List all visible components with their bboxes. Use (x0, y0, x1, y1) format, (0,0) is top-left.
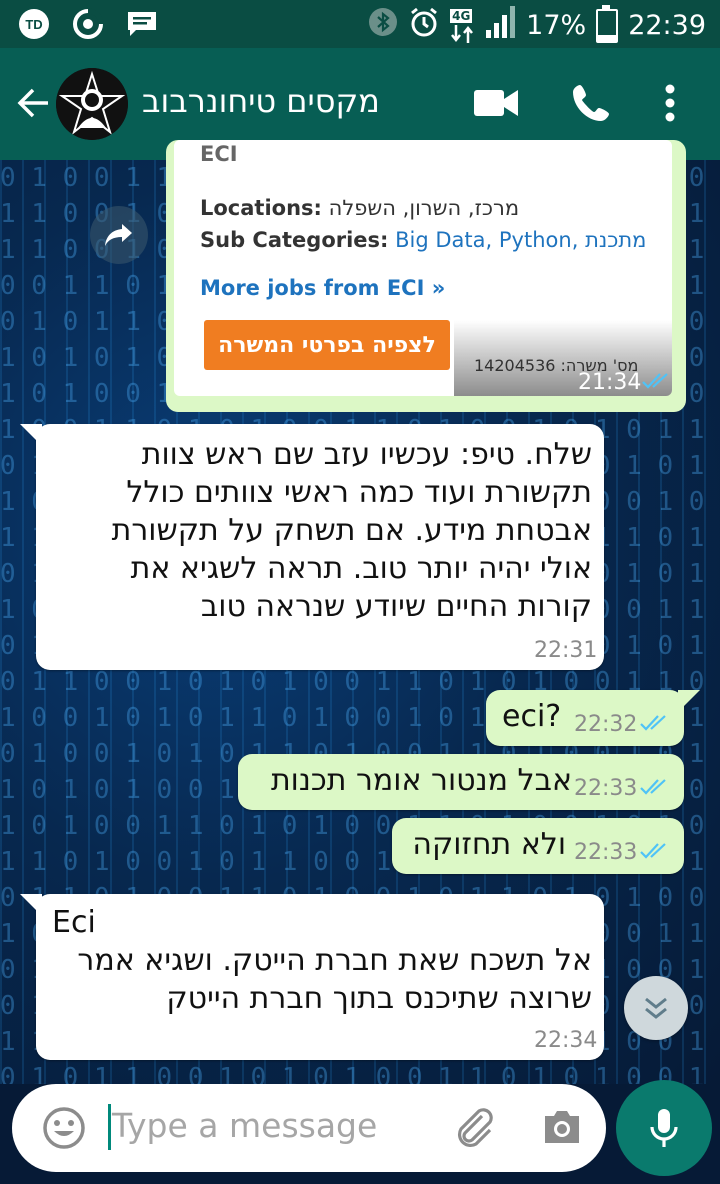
message-input[interactable]: Type a message (112, 1106, 377, 1145)
4g-data-icon: 4G (450, 8, 476, 43)
outgoing-message[interactable]: ולא תחזוקה 22:33 (392, 818, 684, 874)
message-text-first-line: Eci (52, 905, 96, 940)
outgoing-message[interactable]: אבל מנטור אומר תכנות 22:33 (238, 754, 684, 810)
subcategory-link[interactable]: Big Data (395, 228, 485, 252)
message-icon (124, 6, 160, 42)
mic-icon (650, 1109, 678, 1147)
message-text: אל תשכח שאת חברת הייטק. ושגיא אמר שרוצה … (77, 943, 592, 1016)
emoji-icon[interactable] (42, 1106, 86, 1154)
incoming-message[interactable]: שלח. טיפ: עכשיו עזב שם ראש צוות תקשורת ו… (20, 424, 604, 670)
view-job-details-button[interactable]: לצפיה בפרטי המשרה (204, 320, 450, 370)
video-call-icon[interactable] (474, 88, 518, 122)
svg-text:TD: TD (25, 17, 42, 32)
read-ticks-icon (640, 842, 670, 864)
message-time: 22:32 (574, 712, 638, 737)
job-locations-label: Locations: (200, 196, 322, 220)
message-time: 22:34 (534, 1028, 598, 1053)
message-time: 22:33 (574, 840, 638, 865)
job-subcategories: Sub Categories: Big Data, Python, מתכנת (200, 228, 647, 252)
back-arrow-icon[interactable] (16, 86, 50, 124)
job-locations: Locations: מרכז, השרון, השפלה (200, 196, 519, 220)
message-text: שלח. טיפ: עכשיו עזב שם ראש צוות תקשורת ו… (111, 437, 592, 624)
message-time: 22:31 (534, 638, 598, 663)
phone-call-icon[interactable] (572, 82, 612, 126)
forward-icon[interactable] (90, 206, 148, 264)
more-jobs-link[interactable]: More jobs from ECI » (200, 276, 445, 300)
subcategory-link[interactable]: מתכנת (585, 228, 646, 252)
double-chevron-down-icon (645, 997, 667, 1019)
job-card[interactable]: ECI Locations: מרכז, השרון, השפלה Sub Ca… (174, 140, 672, 396)
read-ticks-icon (642, 372, 672, 394)
input-bar: Type a message (0, 1080, 720, 1184)
attach-icon[interactable] (452, 1106, 496, 1154)
battery-icon (596, 4, 619, 43)
job-subcategories-label: Sub Categories: (200, 228, 389, 252)
outgoing-message[interactable]: eci? 22:32 (486, 690, 700, 746)
alarm-icon (408, 6, 440, 45)
subcategory-link[interactable]: Python (499, 228, 572, 252)
app-notification-icon: TD (16, 6, 52, 42)
scroll-to-bottom-button[interactable] (624, 976, 688, 1040)
message-text: אבל מנטור אומר תכנות (270, 763, 572, 798)
message-text: eci? (502, 699, 562, 734)
message-time: 21:34 (578, 370, 642, 395)
job-card-company-cut: ECI (200, 142, 238, 166)
battery-percent: 17% (526, 10, 587, 41)
read-ticks-icon (640, 778, 670, 800)
mic-button[interactable] (616, 1080, 712, 1176)
sync-icon (70, 6, 106, 42)
message-text: ולא תחזוקה (412, 827, 566, 862)
read-ticks-icon (640, 714, 670, 736)
message-input-container[interactable]: Type a message (12, 1084, 606, 1172)
bluetooth-icon (368, 7, 398, 44)
avatar[interactable] (56, 68, 128, 140)
job-locations-value: מרכז, השרון, השפלה (328, 196, 520, 220)
camera-icon[interactable] (542, 1108, 582, 1150)
message-time: 22:33 (574, 776, 638, 801)
clock: 22:39 (628, 10, 706, 41)
signal-icon (486, 6, 516, 45)
incoming-message[interactable]: Eci אל תשכח שאת חברת הייטק. ושגיא אמר שר… (20, 894, 604, 1060)
status-bar: TD 4G 17% 22:39 (0, 0, 720, 48)
contact-name[interactable]: מקסים טיחונרבוב (142, 82, 380, 120)
text-cursor (108, 1104, 111, 1150)
more-options-icon[interactable] (664, 84, 676, 126)
job-card-message[interactable]: ECI Locations: מרכז, השרון, השפלה Sub Ca… (166, 140, 686, 412)
